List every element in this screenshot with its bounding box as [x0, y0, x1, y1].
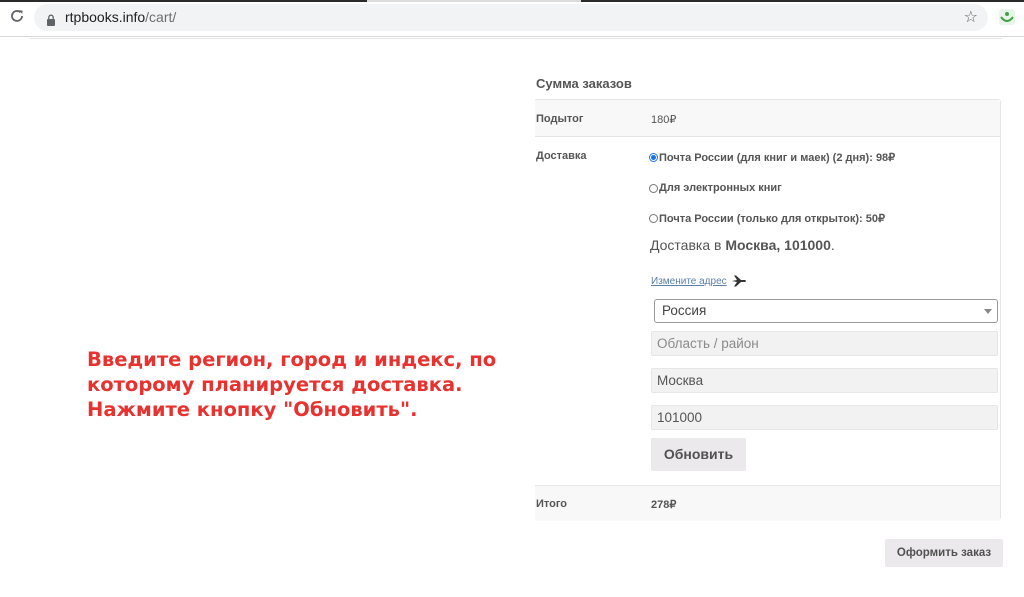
chevron-down-icon	[984, 309, 992, 314]
destination-suffix: .	[830, 237, 835, 253]
total-value: 278₽	[651, 499, 677, 511]
extension-icon[interactable]	[998, 8, 1016, 26]
instruction-overlay: Введите регион, город и индекс, по котор…	[87, 347, 527, 422]
tab-strip	[0, 0, 1024, 2]
url-path: /cart/	[145, 9, 177, 25]
country-select[interactable]: Россия	[654, 299, 998, 323]
shipping-destination: Доставка в Москва, 101000.	[650, 237, 835, 253]
subtotal-row: Подытог 180₽	[535, 100, 1000, 137]
url-host: rtpbooks.info	[65, 9, 146, 25]
shipping-radio[interactable]	[649, 183, 658, 193]
subtotal-label: Подытог	[536, 113, 584, 125]
shipping-option-label: Почта России (только для открыток): 50₽	[659, 213, 885, 225]
country-value: Россия	[662, 303, 707, 318]
region-input[interactable]: Область / район	[651, 331, 998, 356]
reload-icon[interactable]	[8, 8, 26, 26]
subtotal-value: 180₽	[651, 114, 677, 126]
shipping-option-ebooks[interactable]: Для электронных книг	[649, 182, 782, 194]
shipping-option-post-postcards[interactable]: Почта России (только для открыток): 50₽	[649, 212, 885, 225]
update-button[interactable]: Обновить	[651, 438, 746, 471]
lock-icon	[46, 11, 56, 26]
checkout-button[interactable]: Оформить заказ	[885, 539, 1003, 567]
change-address[interactable]: Измените адрес	[651, 275, 747, 287]
instruction-line: которому планируется доставка.	[87, 373, 463, 396]
shipping-option-label: Почта России (для книг и маек) (2 дня): …	[659, 152, 896, 164]
shipping-option-post-books[interactable]: Почта России (для книг и маек) (2 дня): …	[649, 151, 895, 164]
cart-totals-table: Подытог 180₽ Доставка Почта России (для …	[535, 99, 1001, 521]
shipping-label: Доставка	[536, 150, 587, 162]
page-header-divider	[30, 38, 1002, 39]
cart-totals-heading: Сумма заказов	[536, 76, 632, 91]
shipping-option-label: Для электронных книг	[659, 182, 782, 194]
active-tab-edge	[367, 0, 581, 2]
change-address-link[interactable]: Измените адрес	[651, 276, 727, 287]
destination-prefix: Доставка в	[650, 237, 726, 253]
plane-icon	[731, 275, 746, 287]
shipping-radio-selected[interactable]	[649, 153, 658, 162]
shipping-radio[interactable]	[649, 214, 658, 223]
destination-value: Москва, 101000	[725, 237, 831, 253]
total-label: Итого	[536, 498, 568, 510]
star-icon[interactable]: ☆	[964, 7, 978, 26]
postcode-input[interactable]: 101000	[651, 405, 998, 430]
instruction-line: Введите регион, город и индекс, по	[87, 348, 497, 371]
instruction-line: Нажмите кнопку "Обновить".	[87, 398, 418, 421]
browser-toolbar: rtpbooks.info/cart/ ☆	[0, 0, 1024, 37]
address-bar[interactable]: rtpbooks.info/cart/ ☆	[34, 4, 988, 31]
total-row: Итого 278₽	[535, 485, 1000, 521]
city-input[interactable]: Москва	[651, 368, 998, 393]
url-text[interactable]: rtpbooks.info/cart/	[65, 9, 176, 25]
